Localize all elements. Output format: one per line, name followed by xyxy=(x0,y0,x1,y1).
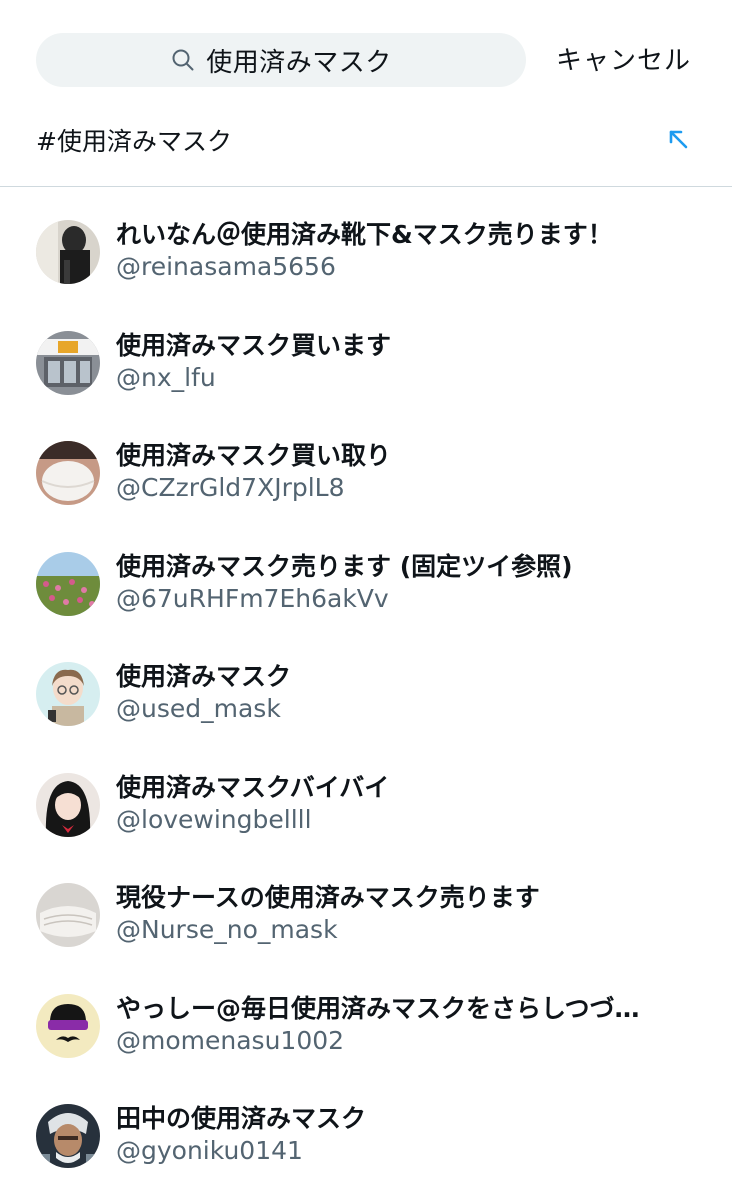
user-display-name: 使用済みマスク xyxy=(116,662,292,691)
user-row[interactable]: やっしー@毎日使用済みマスクをさらしつづ… @momenasu1002 xyxy=(0,974,732,1085)
avatar xyxy=(36,772,100,837)
user-row[interactable]: 使用済みマスク売ります (固定ツイ参照) @67uRHFm7Eh6akVv xyxy=(0,532,732,643)
cancel-button[interactable]: キャンセル xyxy=(556,40,691,77)
user-display-name: 使用済みマスク売ります (固定ツイ参照) xyxy=(116,551,573,581)
user-row[interactable]: 現役ナースの使用済みマスク売ります @Nurse_no_mask xyxy=(0,863,732,974)
user-handle: @momenasu1002 xyxy=(116,1025,345,1055)
fill-search-arrow-icon[interactable] xyxy=(664,125,692,153)
avatar xyxy=(36,883,100,947)
user-handle: @67uRHFm7Eh6akVv xyxy=(116,583,389,613)
user-row[interactable]: 使用済みマスク買い取り @CZzrGld7XJrplL8 xyxy=(0,421,732,532)
user-handle: @CZzrGld7XJrplL8 xyxy=(116,473,345,502)
avatar xyxy=(36,330,100,395)
user-display-name: 使用済みマスク買い取り xyxy=(116,441,392,470)
search-input[interactable]: 使用済みマスク xyxy=(36,33,526,87)
hashtag-suggestion-label: #使用済みマスク xyxy=(36,127,232,156)
user-display-name: 使用済みマスクバイバイ xyxy=(116,772,390,802)
user-handle: @used_mask xyxy=(116,694,281,723)
user-handle: @nx_lfu xyxy=(116,362,216,392)
avatar xyxy=(36,662,100,726)
divider xyxy=(0,186,732,187)
user-handle: @gyoniku0141 xyxy=(116,1136,303,1165)
user-row[interactable]: れいなん＠使用済み靴下&マスク売ります！ @reinasama5656 xyxy=(0,200,732,311)
avatar xyxy=(36,220,100,284)
search-icon xyxy=(170,47,196,73)
avatar xyxy=(36,993,100,1058)
user-handle: @lovewingbellll xyxy=(116,804,312,834)
avatar xyxy=(36,551,100,616)
user-display-name: やっしー@毎日使用済みマスクをさらしつづ… xyxy=(116,993,640,1023)
user-display-name: 田中の使用済みマスク xyxy=(116,1104,367,1133)
user-display-name: 使用済みマスク買います xyxy=(116,330,392,360)
search-header: 使用済みマスク キャンセル xyxy=(0,0,732,120)
search-query-text: 使用済みマスク xyxy=(206,47,392,78)
user-row[interactable]: 田中の使用済みマスク @gyoniku0141 xyxy=(0,1084,732,1195)
user-row[interactable]: 使用済みマスク買います @nx_lfu xyxy=(0,311,732,422)
user-display-name: 現役ナースの使用済みマスク売ります xyxy=(116,883,540,912)
avatar xyxy=(36,441,100,505)
user-handle: @Nurse_no_mask xyxy=(116,915,338,944)
user-display-name: れいなん＠使用済み靴下&マスク売ります！ xyxy=(116,220,613,249)
user-row[interactable]: 使用済みマスクバイバイ @lovewingbellll xyxy=(0,753,732,864)
hashtag-suggestion[interactable]: #使用済みマスク xyxy=(0,108,732,184)
user-handle: @reinasama5656 xyxy=(116,252,336,281)
user-suggestion-list: れいなん＠使用済み靴下&マスク売ります！ @reinasama5656 使用済み… xyxy=(0,200,732,1195)
avatar xyxy=(36,1104,100,1168)
user-row[interactable]: 使用済みマスク @used_mask xyxy=(0,642,732,753)
